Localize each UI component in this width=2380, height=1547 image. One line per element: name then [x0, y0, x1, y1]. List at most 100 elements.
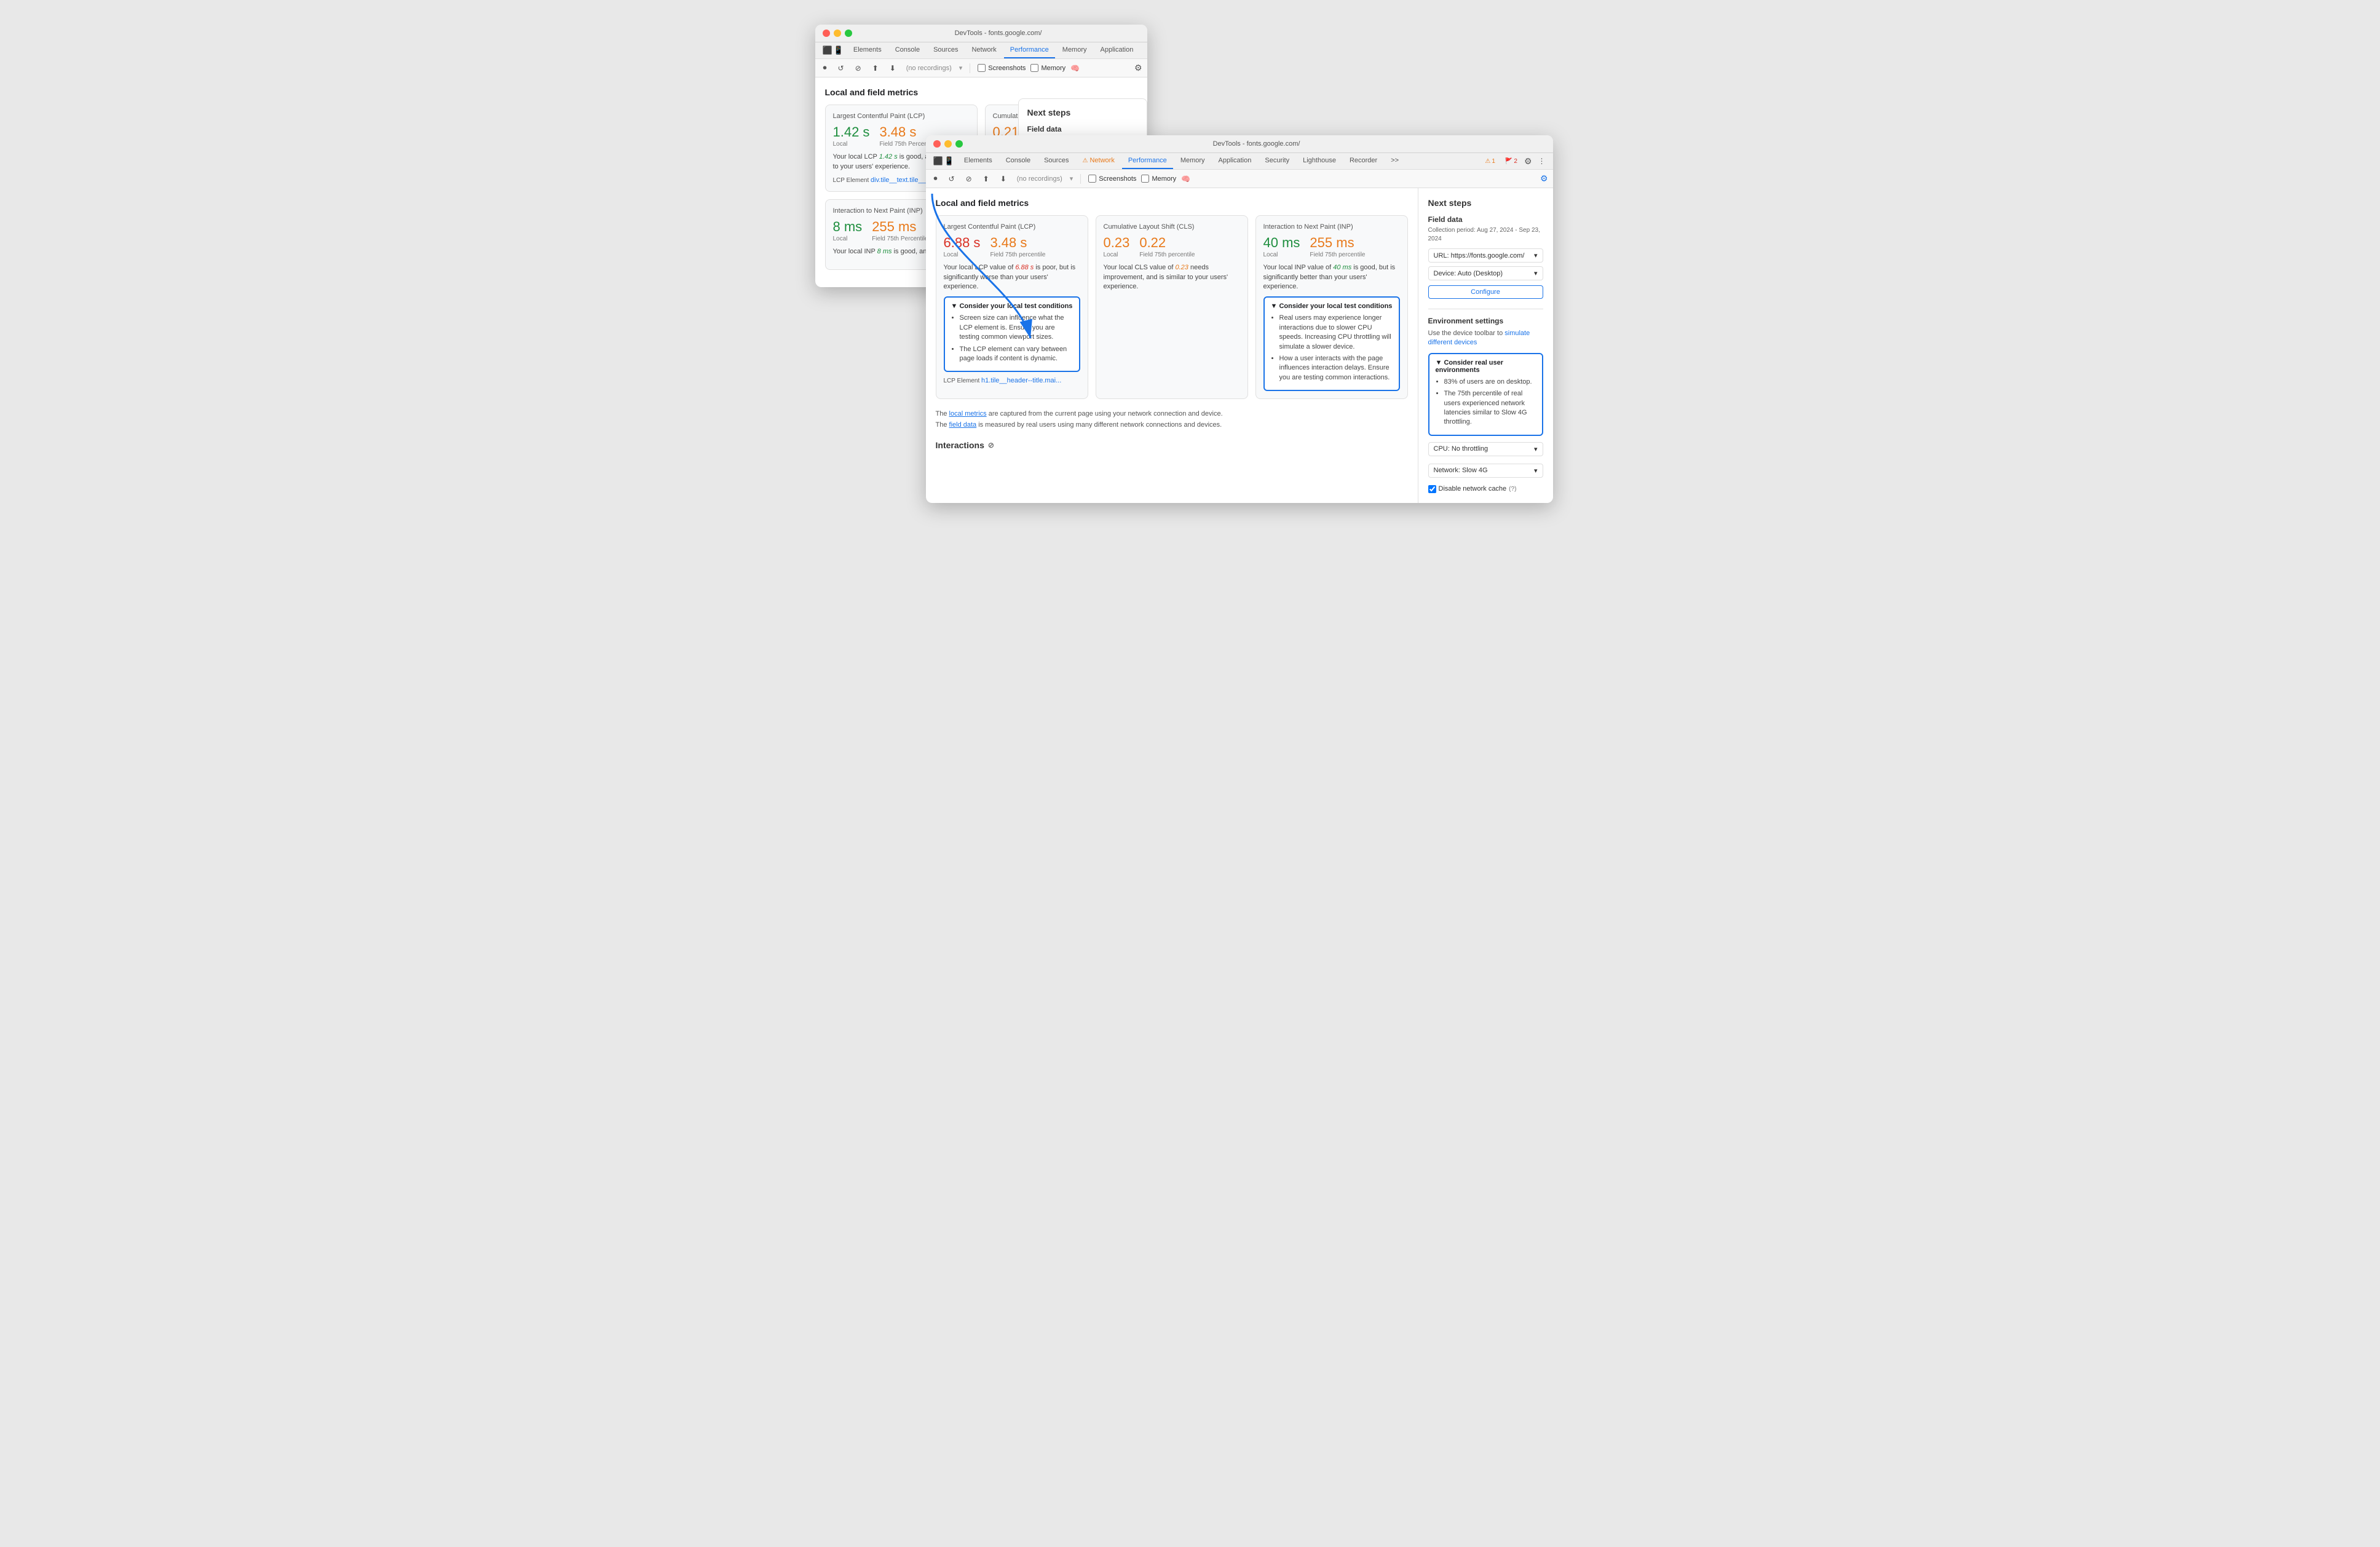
refresh-btn-back[interactable]: ↺: [835, 62, 847, 74]
tab-memory-back[interactable]: Memory: [1056, 42, 1093, 58]
back-inp-field-group: 255 ms Field 75th Percentile: [872, 220, 928, 242]
more-button-front[interactable]: ⋮: [1536, 156, 1548, 167]
back-lcp-local-label: Local: [833, 141, 870, 148]
no-recordings-front: (no recordings): [1014, 175, 1065, 183]
front-consider-real-box: ▼ Consider real user environments 83% of…: [1428, 353, 1543, 436]
front-url-dropdown[interactable]: URL: https://fonts.google.com/ ▾: [1428, 248, 1543, 263]
record-btn-back[interactable]: ⏺: [820, 61, 830, 74]
front-lcp-field-group: 3.48 s Field 75th percentile: [990, 235, 1045, 258]
front-next-steps-title: Next steps: [1428, 198, 1543, 208]
front-inp-values: 40 ms Local 255 ms Field 75th percentile: [1263, 235, 1400, 258]
back-screenshots-bar: ⏺ ↺ ⊘ ⬆ ⬇ (no recordings) ▾ Screenshots …: [815, 59, 1147, 77]
tab-application-back[interactable]: Application: [1094, 42, 1140, 58]
separator-front: [1080, 174, 1081, 184]
tab-more-front[interactable]: >>: [1385, 153, 1405, 169]
tab-network-front[interactable]: ⚠ Network: [1076, 153, 1120, 169]
local-metrics-link[interactable]: local metrics: [949, 410, 987, 417]
minimize-button-front[interactable]: [944, 140, 952, 148]
error-badge-front: 🚩 2: [1502, 157, 1520, 165]
tab-network-back[interactable]: Network: [965, 42, 1002, 58]
tab-elements-front[interactable]: Elements: [958, 153, 998, 169]
disable-cache-checkbox[interactable]: [1428, 485, 1436, 493]
tab-application-front[interactable]: Application: [1212, 153, 1258, 169]
tab-console-front[interactable]: Console: [1000, 153, 1037, 169]
tab-sources-front[interactable]: Sources: [1038, 153, 1075, 169]
front-env-settings: Environment settings Use the device tool…: [1428, 309, 1543, 493]
tab-security-back[interactable]: Security: [1141, 42, 1147, 58]
clear-btn-front[interactable]: ⊘: [963, 173, 975, 185]
perf-settings-front[interactable]: ⚙: [1540, 173, 1548, 183]
tab-elements-back[interactable]: Elements: [847, 42, 888, 58]
download-btn-front[interactable]: ⬇: [997, 173, 1010, 185]
back-inp-local-label: Local: [833, 235, 863, 242]
settings-icon-front[interactable]: ⚙: [1524, 156, 1532, 167]
refresh-btn-front[interactable]: ↺: [946, 173, 958, 185]
front-device-dropdown[interactable]: Device: Auto (Desktop) ▾: [1428, 266, 1543, 280]
front-lcp-field-value: 3.48 s: [990, 235, 1045, 250]
front-inp-local-label: Local: [1263, 251, 1300, 258]
field-data-link[interactable]: field data: [949, 421, 977, 429]
tab-performance-front[interactable]: Performance: [1122, 153, 1173, 169]
front-inp-consider-item-1: Real users may experience longer interac…: [1279, 314, 1393, 352]
download-btn-back[interactable]: ⬇: [887, 62, 899, 74]
screenshots-input-back[interactable]: [978, 64, 986, 72]
front-inp-local-group: 40 ms Local: [1263, 235, 1300, 258]
front-inp-card-title: Interaction to Next Paint (INP): [1263, 223, 1400, 231]
front-configure-btn[interactable]: Configure: [1428, 285, 1543, 299]
front-network-dropdown[interactable]: Network: Slow 4G ▾: [1428, 464, 1543, 478]
maximize-button-front[interactable]: [955, 140, 963, 148]
front-inp-consider-item-2: How a user interacts with the page influ…: [1279, 354, 1393, 382]
close-button-front[interactable]: [933, 140, 941, 148]
front-inp-field-group: 255 ms Field 75th percentile: [1310, 235, 1365, 258]
dropdown-arrow-back[interactable]: ▾: [959, 64, 963, 72]
memory-input-back[interactable]: [1030, 64, 1038, 72]
upload-btn-back[interactable]: ⬆: [869, 62, 882, 74]
tab-console-back[interactable]: Console: [889, 42, 926, 58]
screenshots-input-front[interactable]: [1088, 175, 1096, 183]
front-window-title: DevTools - fonts.google.com/: [968, 140, 1546, 148]
back-window-title: DevTools - fonts.google.com/: [857, 30, 1140, 37]
network-warning-icon: ⚠: [1082, 157, 1088, 164]
screenshots-checkbox-back[interactable]: Screenshots: [978, 64, 1026, 72]
back-inp-field-value: 255 ms: [872, 220, 928, 234]
screenshots-checkbox-front[interactable]: Screenshots: [1088, 175, 1136, 183]
tab-lighthouse-front[interactable]: Lighthouse: [1297, 153, 1342, 169]
front-lcp-element-link[interactable]: h1.tile__header--title.mai...: [981, 377, 1061, 384]
front-lcp-consider-box: ▼ Consider your local test conditions Sc…: [944, 296, 1080, 372]
front-field-data-section: Field data Collection period: Aug 27, 20…: [1428, 215, 1543, 299]
memory-icon-front: 🧠: [1181, 175, 1190, 183]
tab-performance-back[interactable]: Performance: [1004, 42, 1055, 58]
disable-cache-help-icon[interactable]: (?): [1509, 486, 1516, 493]
front-cls-card: Cumulative Layout Shift (CLS) 0.23 Local…: [1096, 215, 1248, 399]
tab-recorder-front[interactable]: Recorder: [1343, 153, 1383, 169]
memory-icon-back: 🧠: [1070, 64, 1080, 73]
front-metrics-grid: Largest Contentful Paint (LCP) 6.88 s Lo…: [936, 215, 1408, 399]
front-cls-values: 0.23 Local 0.22 Field 75th percentile: [1104, 235, 1240, 258]
dropdown-arrow-front[interactable]: ▾: [1070, 175, 1073, 183]
front-inp-desc-value: 40 ms: [1333, 264, 1351, 271]
upload-btn-front[interactable]: ⬆: [980, 173, 992, 185]
perf-settings-back[interactable]: ⚙: [1134, 63, 1142, 73]
clear-btn-back[interactable]: ⊘: [852, 62, 864, 74]
memory-checkbox-back[interactable]: Memory: [1030, 64, 1065, 72]
maximize-button-back[interactable]: [845, 30, 852, 37]
tab-security-front[interactable]: Security: [1259, 153, 1295, 169]
tab-sources-back[interactable]: Sources: [927, 42, 964, 58]
close-button-back[interactable]: [823, 30, 830, 37]
tab-memory-front[interactable]: Memory: [1174, 153, 1211, 169]
back-inp-local-group: 8 ms Local: [833, 220, 863, 242]
front-cls-field-group: 0.22 Field 75th percentile: [1139, 235, 1195, 258]
memory-checkbox-front[interactable]: Memory: [1141, 175, 1176, 183]
front-field-data-period: Collection period: Aug 27, 2024 - Sep 23…: [1428, 226, 1543, 243]
record-btn-front[interactable]: ⏺: [931, 172, 941, 185]
minimize-button-back[interactable]: [834, 30, 841, 37]
front-cpu-dropdown[interactable]: CPU: No throttling ▾: [1428, 442, 1543, 456]
front-footer-line1: The local metrics are captured from the …: [936, 409, 1408, 420]
front-content-area: Local and field metrics Largest Contentf…: [926, 188, 1418, 503]
front-env-desc: Use the device toolbar to simulate diffe…: [1428, 329, 1543, 348]
front-cls-local-group: 0.23 Local: [1104, 235, 1130, 258]
memory-input-front[interactable]: [1141, 175, 1149, 183]
front-footer-text: The local metrics are captured from the …: [936, 409, 1408, 430]
front-lcp-desc: Your local LCP value of 6.88 s is poor, …: [944, 263, 1080, 291]
front-lcp-field-label: Field 75th percentile: [990, 251, 1045, 258]
